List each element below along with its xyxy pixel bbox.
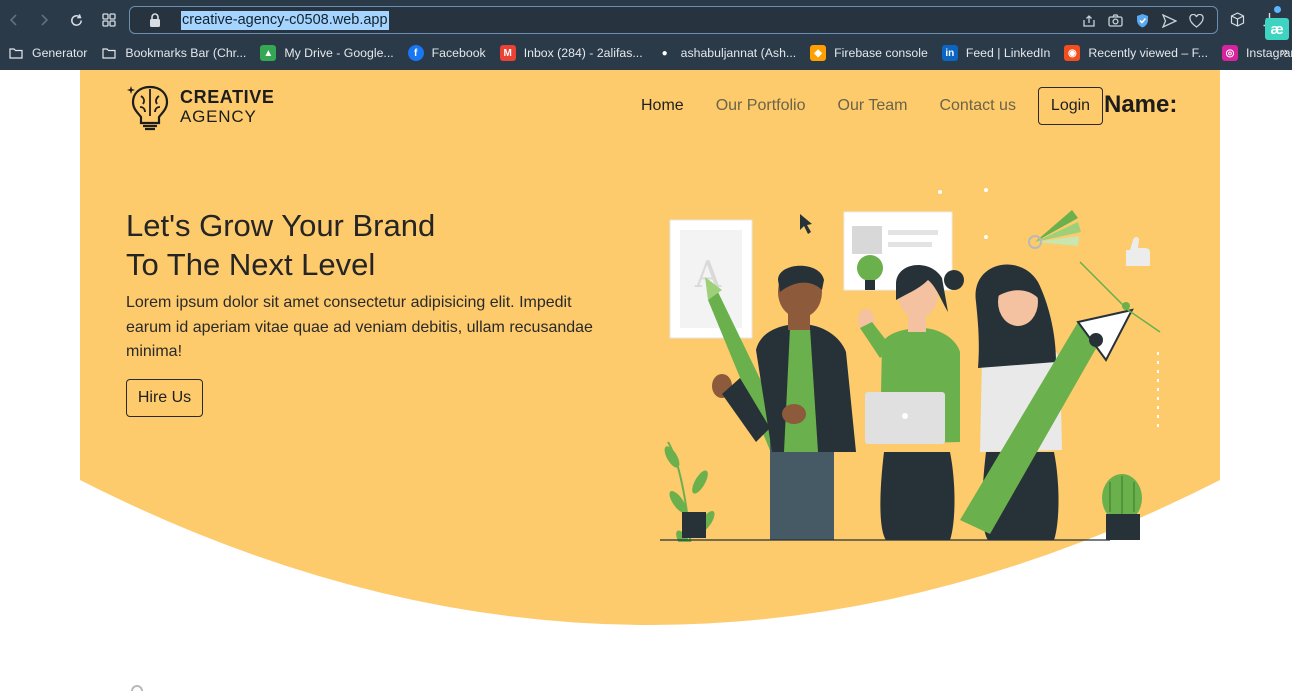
thumbs-up-illustration [1126,237,1150,266]
below-fold-icon [131,685,143,691]
bookmarks-bar: Generator Bookmarks Bar (Chr... ▲ My Drive … [0,42,1292,64]
address-bar[interactable]: creative-agency-c0508.web.app [129,6,1218,34]
hero-description: Lorem ipsum dolor sit amet consectetur a… [126,294,593,360]
hero-title: Let's Grow Your Brand To The Next Level [126,206,435,284]
gmail-icon: M [499,45,516,61]
firebase-icon: ◆ [810,45,827,61]
bookmarks-overflow-button[interactable]: » [1281,44,1288,59]
login-button[interactable]: Login [1038,87,1103,125]
browser-toolbar: creative-agency-c0508.web.app [0,0,1292,40]
forward-button[interactable] [32,8,56,32]
bookmark-item[interactable]: Bookmarks Bar (Chr... [101,45,246,61]
folder-icon [8,45,24,61]
brain-bulb-icon [127,85,169,131]
cursor-illustration [800,214,812,234]
extension-icon[interactable]: æ [1265,18,1289,40]
bookmark-label: Recently viewed – F... [1088,46,1208,60]
color-swatch-illustration [1028,210,1081,249]
back-button[interactable] [2,8,26,32]
bookmark-label: Inbox (284) - 2alifas... [523,46,643,60]
site-logo[interactable]: CREATIVE AGENCY [127,83,274,131]
extensions-cube-icon[interactable] [1228,8,1246,30]
back-arrow-icon [9,14,17,26]
folder-icon [101,45,117,61]
hero-title-line1: Let's Grow Your Brand [126,208,436,243]
bookmark-item[interactable]: ◉ Recently viewed – F... [1064,45,1208,61]
download-badge [1274,6,1281,13]
bookmark-label: ashabuljannat (Ash... [680,46,797,60]
reload-button[interactable] [64,8,88,32]
letter-card-illustration: A [669,219,753,339]
linkedin-icon: in [941,45,958,61]
hire-us-button[interactable]: Hire Us [126,379,203,417]
hero-title-line2: To The Next Level [126,247,376,282]
bookmark-label: Generator [32,46,88,60]
bookmark-item[interactable]: M Inbox (284) - 2alifas... [499,45,643,61]
facebook-icon: f [407,45,424,61]
bookmark-item[interactable]: in Feed | LinkedIn [941,45,1051,61]
woman-middle-illustration [857,255,964,540]
web-page: CREATIVE AGENCY Home Our Portfolio Our T… [0,70,1292,691]
heart-icon[interactable] [1188,12,1205,29]
camera-icon[interactable] [1107,12,1124,29]
bookmark-label: Feed | LinkedIn [965,46,1051,60]
nav-our-portfolio[interactable]: Our Portfolio [716,97,806,115]
google-drive-icon: ▲ [260,45,277,61]
forward-arrow-icon [41,14,49,26]
bookmark-item[interactable]: ● ashabuljannat (Ash... [657,45,797,61]
github-icon: ● [661,47,668,59]
hero-illustration: A [660,188,1161,542]
plant-left-illustration [664,441,715,542]
figma-icon: ◉ [1064,45,1081,61]
nav-our-team[interactable]: Our Team [838,97,908,115]
instagram-icon: ◎ [1221,45,1238,61]
cactus-illustration [1102,474,1142,540]
main-nav: Home Our Portfolio Our Team Contact us [641,97,1048,115]
bookmark-label: Firebase console [834,46,928,60]
nav-contact-us[interactable]: Contact us [939,97,1015,115]
bookmark-label: Facebook [431,46,486,60]
url-text[interactable]: creative-agency-c0508.web.app [181,11,389,30]
bookmark-item[interactable]: ▲ My Drive - Google... [260,45,394,61]
vpn-shield-icon[interactable] [1134,12,1151,29]
bookmark-item[interactable]: ◆ Firebase console [810,45,928,61]
logo-line2: AGENCY [180,107,257,126]
grid-icon [102,13,116,27]
browser-chrome: creative-agency-c0508.web.app Generator … [0,0,1292,70]
logo-line1: CREATIVE [180,87,275,107]
share-icon[interactable] [1080,12,1097,29]
user-name-label: Name: [1104,91,1178,118]
send-icon[interactable] [1161,12,1178,29]
lock-icon [150,13,160,27]
nav-home[interactable]: Home [641,97,684,115]
bookmark-label: Bookmarks Bar (Chr... [125,46,247,60]
address-bar-actions [1080,12,1205,29]
bookmark-item[interactable]: f Facebook [407,45,486,61]
bookmark-label: My Drive - Google... [284,46,394,60]
speed-dial-button[interactable] [97,8,121,32]
bookmark-item[interactable]: Generator [8,45,87,61]
reload-icon [70,13,82,26]
